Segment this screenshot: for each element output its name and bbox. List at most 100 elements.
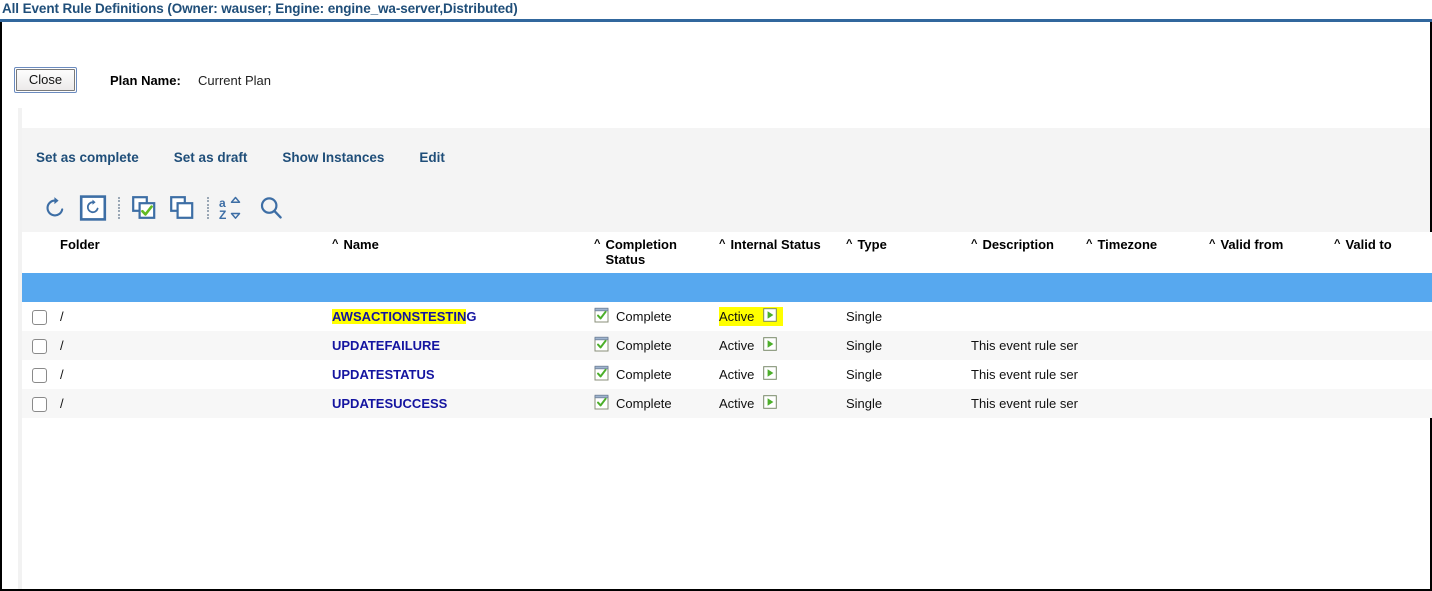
rule-name-link[interactable]: AWSACTIONSTESTING: [332, 309, 476, 324]
cell-valid-to: [1334, 302, 1432, 331]
sort-az-icon[interactable]: a Z: [214, 191, 252, 225]
cell-timezone: [1086, 360, 1209, 389]
sort-caret-icon[interactable]: ^: [1209, 238, 1215, 251]
row-checkbox[interactable]: [32, 309, 47, 325]
complete-icon: [594, 307, 609, 326]
row-checkbox-cell: [22, 389, 60, 418]
cell-name: UPDATESTATUS: [332, 360, 594, 389]
row-checkbox[interactable]: [32, 338, 47, 354]
cell-valid-from: [1209, 360, 1334, 389]
folder-value: /: [60, 396, 64, 411]
header-valid-to[interactable]: ^ Valid to: [1334, 232, 1432, 273]
sort-caret-icon[interactable]: ^: [1086, 238, 1092, 251]
sort-caret-icon[interactable]: ^: [1334, 238, 1340, 251]
header-completion-status[interactable]: ^ Completion Status: [594, 232, 719, 273]
top-action-bar: Close Plan Name: Current Plan: [2, 22, 1430, 108]
sort-caret-icon[interactable]: ^: [846, 238, 852, 251]
select-all-icon[interactable]: [125, 191, 163, 225]
header-valid-from[interactable]: ^ Valid from: [1209, 232, 1334, 273]
sort-caret-icon[interactable]: ^: [332, 238, 338, 251]
header-name[interactable]: ^ Name: [332, 232, 594, 273]
play-icon[interactable]: [763, 366, 778, 383]
cell-valid-to: [1334, 389, 1432, 418]
table-header-row: Folder ^ Name ^ Completion Status ^ Inte…: [22, 232, 1432, 273]
page-title: All Event Rule Definitions (Owner: wause…: [2, 1, 518, 16]
header-folder-label: Folder: [60, 237, 100, 252]
cell-internal-status: Active: [719, 360, 846, 389]
name-highlight: AWSACTIONSTESTIN: [332, 309, 467, 324]
toolbar-separator-1: [112, 195, 125, 221]
cell-timezone: [1086, 331, 1209, 360]
cell-completion-status: Complete: [594, 360, 719, 389]
cell-folder: /: [60, 360, 332, 389]
header-description-label: Description: [982, 237, 1054, 252]
type-value: Single: [846, 396, 883, 411]
header-internal-status[interactable]: ^ Internal Status: [719, 232, 846, 273]
auto-refresh-icon[interactable]: [74, 191, 112, 225]
folder-value: /: [60, 367, 64, 382]
sort-caret-icon[interactable]: ^: [971, 238, 977, 251]
cell-valid-to: [1334, 331, 1432, 360]
command-set-as-draft[interactable]: Set as draft: [174, 150, 248, 165]
cell-folder: /: [60, 331, 332, 360]
close-button[interactable]: Close: [16, 69, 75, 91]
header-valid-to-label: Valid to: [1345, 237, 1392, 252]
command-edit[interactable]: Edit: [419, 150, 445, 165]
header-divider: [22, 273, 1432, 302]
row-checkbox[interactable]: [32, 396, 47, 412]
sort-caret-icon[interactable]: ^: [719, 238, 725, 251]
header-select-all-cell: [22, 232, 60, 273]
table-row[interactable]: / UPDATESTATUS Complete Active Single This ev…: [22, 360, 1432, 389]
type-value: Single: [846, 338, 883, 353]
command-links: Set as complete Set as draft Show Instan…: [22, 128, 480, 186]
cell-timezone: [1086, 389, 1209, 418]
internal-status-wrapper: Active: [719, 307, 784, 326]
cell-internal-status: Active: [719, 331, 846, 360]
command-set-as-complete[interactable]: Set as complete: [36, 150, 139, 165]
play-icon[interactable]: [763, 308, 778, 325]
folder-value: /: [60, 309, 64, 324]
toolbar-separator-2: [201, 195, 214, 221]
header-folder[interactable]: Folder: [60, 232, 332, 273]
internal-status-value: Active: [719, 396, 755, 411]
play-icon[interactable]: [763, 395, 778, 412]
deselect-all-icon[interactable]: [163, 191, 201, 225]
window-title-bar: All Event Rule Definitions (Owner: wause…: [0, 0, 1432, 17]
header-type[interactable]: ^ Type: [846, 232, 971, 273]
refresh-icon[interactable]: [36, 191, 74, 225]
cell-internal-status: Active: [719, 302, 846, 331]
rule-name-link[interactable]: UPDATEFAILURE: [332, 338, 440, 353]
sort-caret-icon[interactable]: ^: [594, 238, 600, 251]
play-icon[interactable]: [763, 337, 778, 354]
cell-type: Single: [846, 302, 971, 331]
cell-name: AWSACTIONSTESTING: [332, 302, 594, 331]
completion-status-value: Complete: [616, 309, 672, 324]
description-value: This event rule ser: [971, 396, 1078, 411]
description-value: This event rule ser: [971, 367, 1078, 382]
table-body: / AWSACTIONSTESTING Complete Active Single / U…: [22, 302, 1432, 418]
search-icon[interactable]: [252, 191, 290, 225]
header-name-label: Name: [343, 237, 379, 252]
table-row[interactable]: / AWSACTIONSTESTING Complete Active Single: [22, 302, 1432, 331]
header-timezone[interactable]: ^ Timezone: [1086, 232, 1209, 273]
header-description[interactable]: ^ Description: [971, 232, 1086, 273]
type-value: Single: [846, 309, 883, 324]
icon-toolbar: a Z: [36, 186, 290, 230]
internal-status-wrapper: Active: [719, 366, 778, 383]
rule-name-link[interactable]: UPDATESTATUS: [332, 367, 435, 382]
row-checkbox-cell: [22, 360, 60, 389]
cell-description: This event rule ser: [971, 360, 1086, 389]
row-checkbox[interactable]: [32, 367, 47, 383]
svg-text:Z: Z: [219, 208, 226, 221]
header-timezone-label: Timezone: [1097, 237, 1158, 252]
rule-name-link[interactable]: UPDATESUCCESS: [332, 396, 447, 411]
cell-completion-status: Complete: [594, 331, 719, 360]
cell-valid-from: [1209, 389, 1334, 418]
header-internal-status-label: Internal Status: [730, 237, 821, 252]
command-show-instances[interactable]: Show Instances: [282, 150, 384, 165]
table-row[interactable]: / UPDATEFAILURE Complete Active Single This e…: [22, 331, 1432, 360]
cell-folder: /: [60, 302, 332, 331]
event-rule-table: Folder ^ Name ^ Completion Status ^ Inte…: [22, 232, 1432, 589]
cell-description: This event rule ser: [971, 331, 1086, 360]
table-row[interactable]: / UPDATESUCCESS Complete Active Single This e…: [22, 389, 1432, 418]
